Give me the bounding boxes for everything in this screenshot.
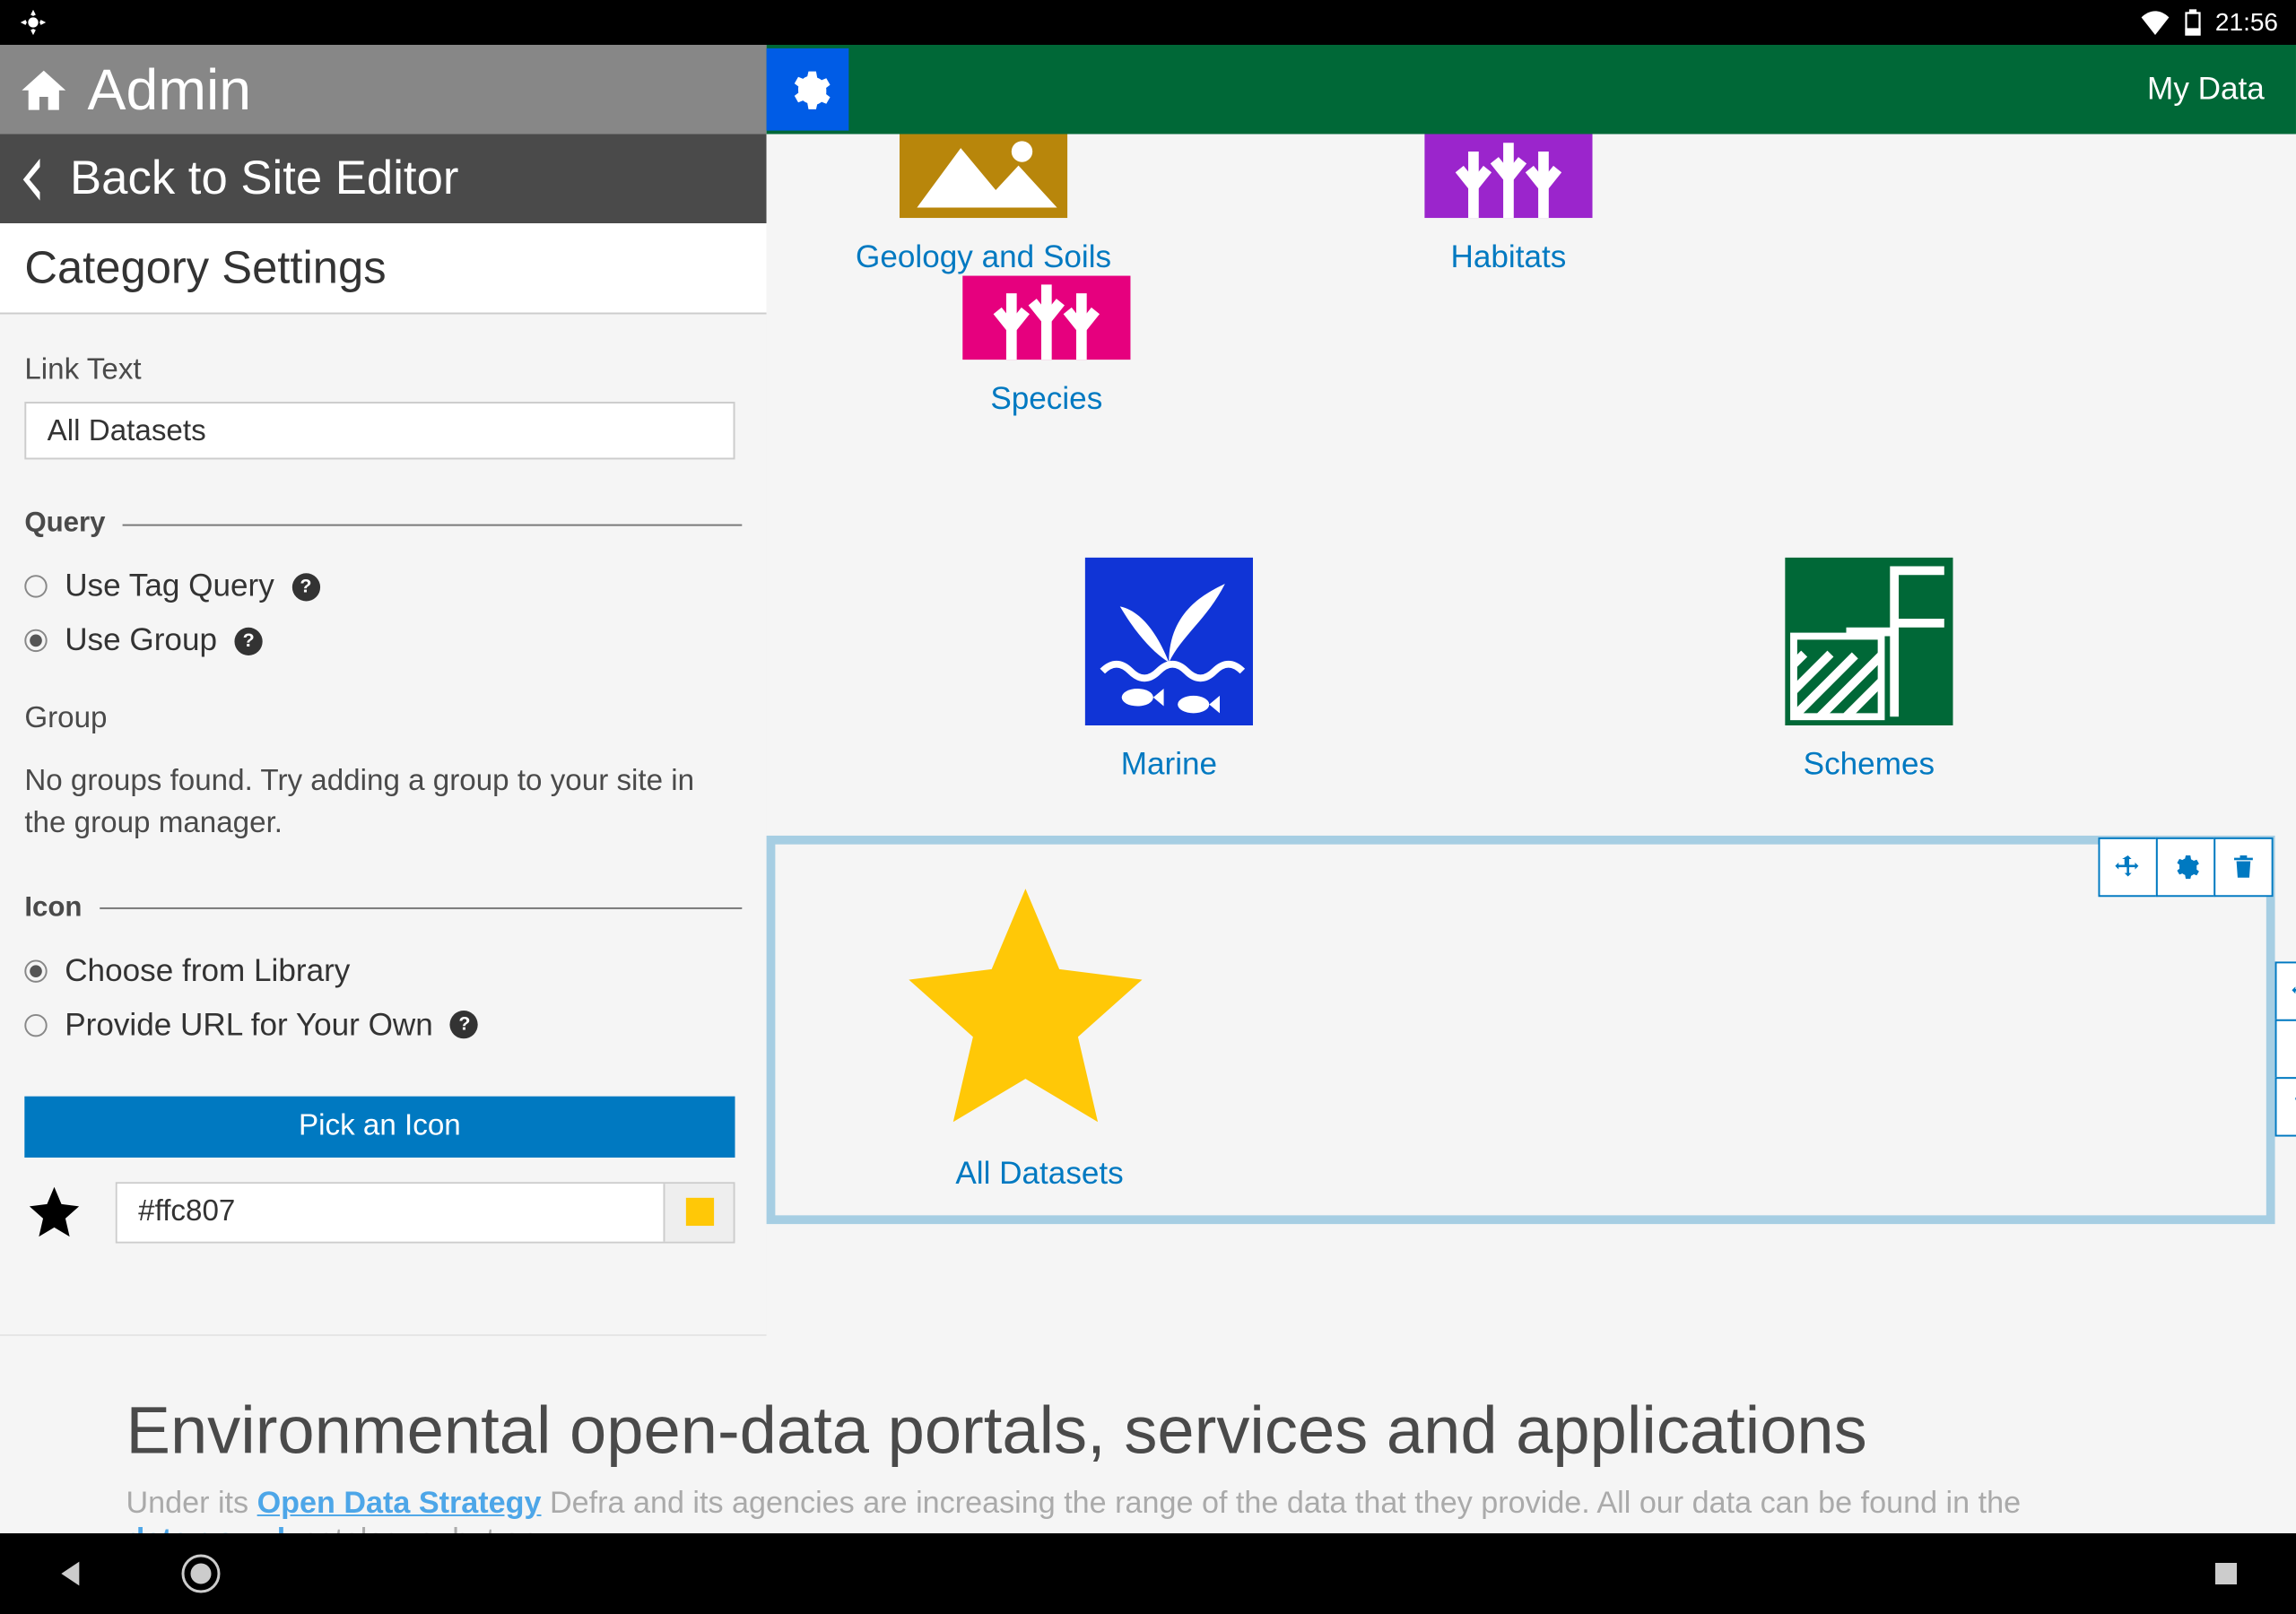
recents-nav-icon[interactable] xyxy=(2210,1558,2242,1590)
use-tag-query-option[interactable]: Use Tag Query ? xyxy=(24,568,742,604)
trash-icon xyxy=(2230,853,2257,881)
category-habitats[interactable]: Habitats xyxy=(1246,134,1770,276)
category-label: Geology and Soils xyxy=(856,239,1111,276)
help-icon[interactable]: ? xyxy=(450,1011,478,1038)
color-hex-input[interactable] xyxy=(117,1183,664,1240)
group-empty-message: No groups found. Try adding a group to y… xyxy=(24,760,742,844)
admin-header[interactable]: Admin xyxy=(0,45,767,134)
settings-button[interactable] xyxy=(2156,837,2215,897)
category-species[interactable]: Species xyxy=(784,276,1309,418)
schemes-icon xyxy=(1785,558,1952,725)
settings-button[interactable] xyxy=(767,48,849,131)
delete-button[interactable] xyxy=(2213,837,2273,897)
geology-icon xyxy=(900,134,1067,219)
move-button[interactable] xyxy=(2275,961,2296,1020)
icon-section-label: Icon xyxy=(24,893,82,924)
gear-icon xyxy=(2291,1035,2296,1063)
back-nav-icon[interactable] xyxy=(54,1556,90,1592)
home-icon xyxy=(18,63,71,116)
color-swatch-button[interactable] xyxy=(664,1183,734,1240)
radio-icon xyxy=(24,629,47,652)
page-footer-text: Environmental open-data portals, service… xyxy=(0,1336,2296,1558)
avast-icon xyxy=(18,7,48,38)
link-text-input[interactable] xyxy=(24,402,735,459)
pick-an-icon-button[interactable]: Pick an Icon xyxy=(24,1096,735,1157)
star-icon xyxy=(24,1182,83,1241)
use-group-option[interactable]: Use Group ? xyxy=(24,622,742,659)
category-settings-header: Category Settings xyxy=(0,223,767,314)
settings-button[interactable] xyxy=(2275,1020,2296,1079)
block-toolbar-horizontal xyxy=(2100,837,2273,897)
home-nav-icon[interactable] xyxy=(179,1552,222,1595)
category-schemes[interactable]: Schemes xyxy=(1519,558,2219,784)
move-icon xyxy=(2114,853,2142,881)
link-text-label: Link Text xyxy=(24,352,742,387)
clock-text: 21:56 xyxy=(2215,8,2278,37)
query-section-label: Query xyxy=(24,508,105,540)
open-data-strategy-link[interactable]: Open Data Strategy xyxy=(257,1485,542,1520)
site-header-bar: My Data xyxy=(767,45,2296,134)
battery-icon xyxy=(2185,9,2201,36)
choose-from-library-label: Choose from Library xyxy=(65,952,350,989)
gear-icon xyxy=(785,66,831,112)
footer-heading: Environmental open-data portals, service… xyxy=(126,1395,2170,1471)
radio-icon xyxy=(24,959,47,982)
category-label: Marine xyxy=(1121,746,1217,783)
android-nav-bar xyxy=(0,1533,2296,1614)
back-to-site-editor[interactable]: Back to Site Editor xyxy=(0,134,767,224)
use-tag-query-label: Use Tag Query xyxy=(65,568,274,604)
provide-url-label: Provide URL for Your Own xyxy=(65,1006,433,1043)
block-toolbar-vertical xyxy=(2275,963,2296,1136)
category-label: Schemes xyxy=(1804,746,1935,783)
gear-icon xyxy=(2171,853,2199,881)
help-icon[interactable]: ? xyxy=(235,627,263,655)
radio-icon xyxy=(24,575,47,597)
color-swatch xyxy=(685,1198,713,1226)
provide-url-option[interactable]: Provide URL for Your Own ? xyxy=(24,1006,742,1043)
category-label: Habitats xyxy=(1450,239,1566,276)
marine-icon xyxy=(1085,558,1253,725)
color-input-group xyxy=(116,1181,735,1242)
use-group-label: Use Group xyxy=(65,622,217,659)
wifi-icon xyxy=(2140,10,2170,35)
choose-from-library-option[interactable]: Choose from Library xyxy=(24,952,742,989)
selected-category-label: All Datasets xyxy=(955,1156,1123,1193)
species-icon xyxy=(962,276,1130,360)
admin-sidebar: Admin Back to Site Editor Category Setti… xyxy=(0,45,767,1336)
category-geology[interactable]: Geology and Soils xyxy=(721,134,1246,276)
habitats-icon xyxy=(1424,134,1592,219)
help-icon[interactable]: ? xyxy=(291,572,319,600)
android-status-bar: 21:56 xyxy=(0,0,2296,45)
group-label: Group xyxy=(24,701,742,736)
trash-icon xyxy=(2291,1093,2296,1121)
category-marine[interactable]: Marine xyxy=(819,558,1518,784)
back-label: Back to Site Editor xyxy=(70,152,458,205)
category-label: Species xyxy=(990,381,1102,418)
radio-icon xyxy=(24,1013,47,1036)
main-content: My Data Geology and Soils Habit xyxy=(767,45,2296,1336)
chevron-left-icon xyxy=(18,158,46,200)
admin-label: Admin xyxy=(88,56,252,123)
delete-button[interactable] xyxy=(2275,1077,2296,1136)
selected-category-block[interactable]: All Datasets xyxy=(767,836,2275,1224)
star-icon xyxy=(885,865,1165,1145)
my-data-link[interactable]: My Data xyxy=(2147,71,2265,108)
move-icon xyxy=(2291,977,2296,1005)
move-button[interactable] xyxy=(2098,837,2157,897)
